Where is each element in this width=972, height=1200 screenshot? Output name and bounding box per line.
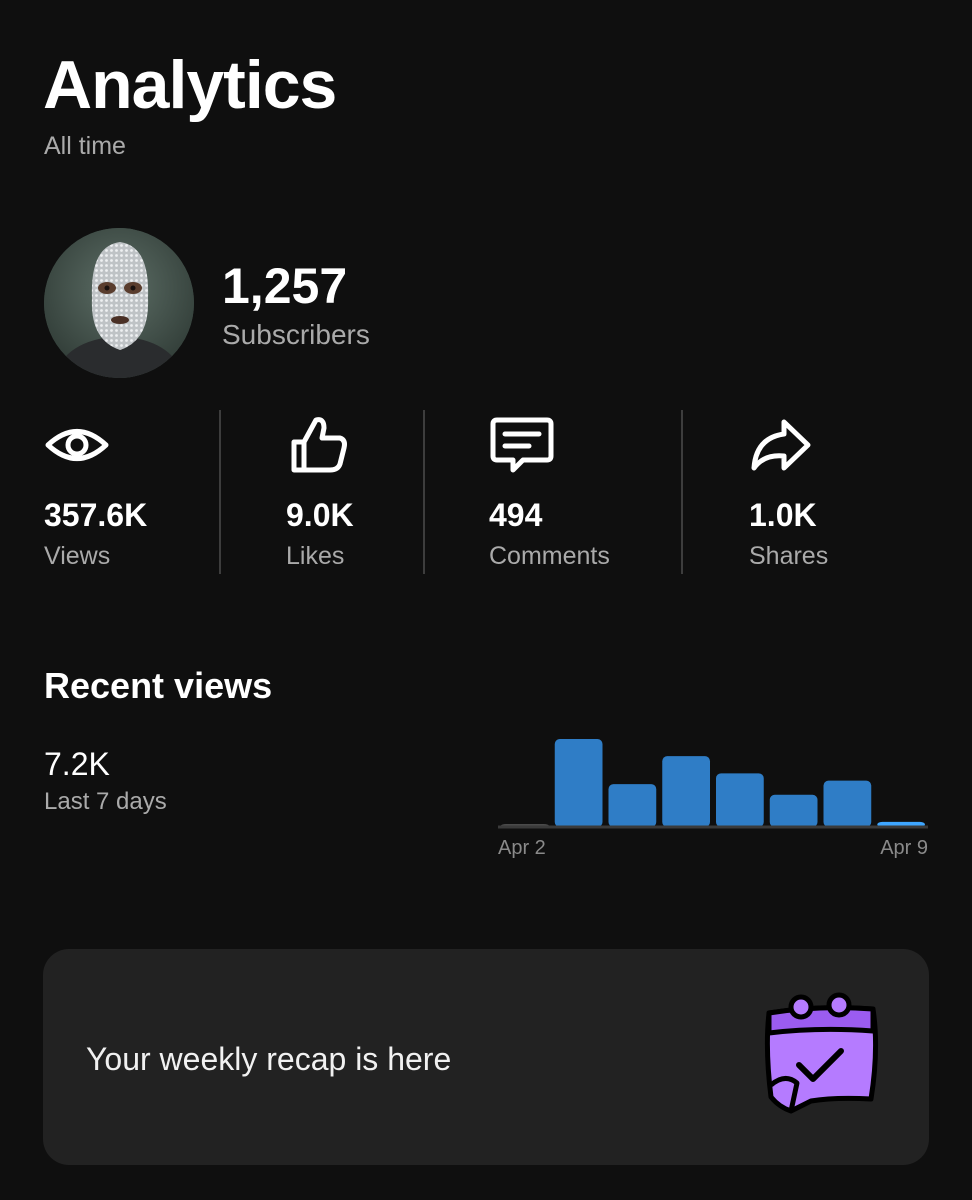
chart-bar-apr-3	[554, 739, 603, 827]
shares-value: 1.0K	[749, 497, 817, 533]
views-value: 357.6K	[44, 497, 148, 533]
page-title: Analytics	[43, 47, 337, 123]
share-icon	[751, 419, 811, 471]
recent-views-title: Recent views	[44, 665, 273, 706]
chart-bar-apr-5	[662, 756, 710, 827]
x-tick-label: Apr 2	[498, 837, 546, 859]
likes-value: 9.0K	[286, 497, 354, 533]
subscriber-label: Subscribers	[222, 319, 370, 350]
comments-value: 494	[489, 497, 543, 533]
recent-views-period: Last 7 days	[44, 788, 167, 815]
likes-label: Likes	[286, 542, 345, 570]
avatar-image	[44, 228, 194, 378]
x-tick-label: Apr 9	[880, 837, 928, 859]
divider	[423, 410, 425, 574]
subscriber-count: 1,257	[222, 258, 348, 314]
chart-bar-apr-8	[823, 780, 872, 827]
weekly-recap-text: Your weekly recap is here	[86, 1041, 452, 1077]
avatar[interactable]	[44, 228, 194, 378]
chart-bar-apr-6	[716, 773, 764, 827]
weekly-recap-card[interactable]: Your weekly recap is here	[43, 949, 929, 1165]
comments-label: Comments	[489, 542, 610, 570]
chart-bar-apr-7	[769, 794, 818, 827]
divider	[219, 410, 221, 574]
eye-icon	[45, 429, 109, 461]
comment-icon	[490, 417, 554, 473]
divider	[681, 410, 683, 574]
chart-bar-apr-4	[608, 784, 657, 827]
recent-views-chart[interactable]: Apr 2 Apr 9	[490, 730, 940, 870]
recent-views-value: 7.2K	[44, 746, 110, 782]
thumbs-up-icon	[291, 417, 347, 473]
shares-label: Shares	[749, 542, 829, 570]
views-label: Views	[44, 542, 111, 570]
calendar-check-icon	[764, 992, 879, 1114]
time-range-label: All time	[44, 132, 126, 160]
